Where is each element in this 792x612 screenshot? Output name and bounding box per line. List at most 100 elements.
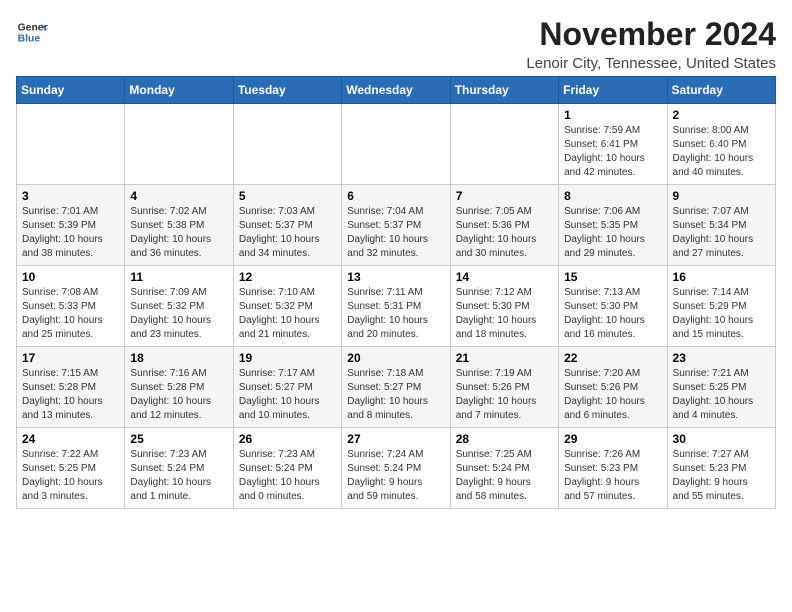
day-info: Sunrise: 7:16 AM Sunset: 5:28 PM Dayligh… <box>130 367 227 423</box>
calendar-cell: 2Sunrise: 8:00 AM Sunset: 6:40 PM Daylig… <box>667 104 775 185</box>
calendar-cell: 27 Sunrise: 7:24 AM Sunset: 5:24 PM Dayli… <box>342 428 450 509</box>
calendar-cell: 13 Sunrise: 7:11 AM Sunset: 5:31 PM Dayli… <box>342 266 450 347</box>
day-number: 5 <box>239 189 336 203</box>
calendar-cell: 14 Sunrise: 7:12 AM Sunset: 5:30 PM Dayli… <box>450 266 558 347</box>
logo-icon: General Blue <box>16 16 48 48</box>
day-number: 8 <box>564 189 661 203</box>
day-number: 24 <box>22 432 119 446</box>
day-number: 27 <box>347 432 444 446</box>
day-number: 9 <box>673 189 770 203</box>
calendar-cell: 4Sunrise: 7:02 AM Sunset: 5:38 PM Daylig… <box>125 185 233 266</box>
day-info: Sunrise: 7:20 AM Sunset: 5:26 PM Dayligh… <box>564 367 661 423</box>
day-number: 15 <box>564 270 661 284</box>
title-section: November 2024 Lenoir City, Tennessee, Un… <box>526 16 776 72</box>
day-number: 26 <box>239 432 336 446</box>
day-info: Sunrise: 7:09 AM Sunset: 5:32 PM Dayligh… <box>130 286 227 342</box>
weekday-header-wednesday: Wednesday <box>342 77 450 104</box>
day-info: Sunrise: 7:26 AM Sunset: 5:23 PM Dayligh… <box>564 448 661 504</box>
location-title: Lenoir City, Tennessee, United States <box>526 55 776 72</box>
day-number: 14 <box>456 270 553 284</box>
calendar-cell: 28 Sunrise: 7:25 AM Sunset: 5:24 PM Dayli… <box>450 428 558 509</box>
day-number: 22 <box>564 351 661 365</box>
day-info: Sunrise: 7:24 AM Sunset: 5:24 PM Dayligh… <box>347 448 444 504</box>
day-info: Sunrise: 7:18 AM Sunset: 5:27 PM Dayligh… <box>347 367 444 423</box>
day-number: 2 <box>673 108 770 122</box>
week-row-5: 24Sunrise: 7:22 AM Sunset: 5:25 PM Dayli… <box>17 428 776 509</box>
calendar-cell: 18 Sunrise: 7:16 AM Sunset: 5:28 PM Dayli… <box>125 347 233 428</box>
calendar-cell: 1 Sunrise: 7:59 AM Sunset: 6:41 PM Daylig… <box>559 104 667 185</box>
day-info: Sunrise: 7:14 AM Sunset: 5:29 PM Dayligh… <box>673 286 770 342</box>
day-number: 20 <box>347 351 444 365</box>
calendar-cell: 3 Sunrise: 7:01 AM Sunset: 5:39 PM Daylig… <box>17 185 125 266</box>
svg-text:Blue: Blue <box>18 34 41 45</box>
day-number: 17 <box>22 351 119 365</box>
day-number: 16 <box>673 270 770 284</box>
day-info: Sunrise: 7:03 AM Sunset: 5:37 PM Dayligh… <box>239 205 336 261</box>
day-number: 1 <box>564 108 661 122</box>
calendar-cell: 20 Sunrise: 7:18 AM Sunset: 5:27 PM Dayli… <box>342 347 450 428</box>
calendar-cell: 8 Sunrise: 7:06 AM Sunset: 5:35 PM Daylig… <box>559 185 667 266</box>
calendar-cell <box>125 104 233 185</box>
day-info: Sunrise: 7:59 AM Sunset: 6:41 PM Dayligh… <box>564 124 661 180</box>
calendar-cell: 9 Sunrise: 7:07 AM Sunset: 5:34 PM Daylig… <box>667 185 775 266</box>
weekday-header-monday: Monday <box>125 77 233 104</box>
day-number: 7 <box>456 189 553 203</box>
weekday-header-saturday: Saturday <box>667 77 775 104</box>
week-row-4: 17 Sunrise: 7:15 AM Sunset: 5:28 PM Dayli… <box>17 347 776 428</box>
calendar-cell: 7 Sunrise: 7:05 AM Sunset: 5:36 PM Daylig… <box>450 185 558 266</box>
calendar-table: SundayMondayTuesdayWednesdayThursdayFrid… <box>16 76 776 509</box>
day-number: 29 <box>564 432 661 446</box>
calendar-cell: 12Sunrise: 7:10 AM Sunset: 5:32 PM Dayli… <box>233 266 341 347</box>
calendar-cell: 19 Sunrise: 7:17 AM Sunset: 5:27 PM Dayli… <box>233 347 341 428</box>
weekday-header-tuesday: Tuesday <box>233 77 341 104</box>
weekday-header-sunday: Sunday <box>17 77 125 104</box>
week-row-3: 10 Sunrise: 7:08 AM Sunset: 5:33 PM Dayli… <box>17 266 776 347</box>
month-title: November 2024 <box>526 16 776 53</box>
calendar-cell: 6Sunrise: 7:04 AM Sunset: 5:37 PM Daylig… <box>342 185 450 266</box>
calendar-cell <box>450 104 558 185</box>
day-info: Sunrise: 7:01 AM Sunset: 5:39 PM Dayligh… <box>22 205 119 261</box>
week-row-1: 1 Sunrise: 7:59 AM Sunset: 6:41 PM Daylig… <box>17 104 776 185</box>
calendar-cell: 29 Sunrise: 7:26 AM Sunset: 5:23 PM Dayli… <box>559 428 667 509</box>
day-info: Sunrise: 7:06 AM Sunset: 5:35 PM Dayligh… <box>564 205 661 261</box>
day-number: 23 <box>673 351 770 365</box>
day-info: Sunrise: 7:19 AM Sunset: 5:26 PM Dayligh… <box>456 367 553 423</box>
calendar-cell <box>17 104 125 185</box>
weekday-header-friday: Friday <box>559 77 667 104</box>
calendar-cell: 10 Sunrise: 7:08 AM Sunset: 5:33 PM Dayli… <box>17 266 125 347</box>
day-info: Sunrise: 7:13 AM Sunset: 5:30 PM Dayligh… <box>564 286 661 342</box>
day-info: Sunrise: 7:11 AM Sunset: 5:31 PM Dayligh… <box>347 286 444 342</box>
day-number: 10 <box>22 270 119 284</box>
calendar-cell <box>342 104 450 185</box>
page-container: General Blue November 2024 Lenoir City, … <box>16 16 776 509</box>
day-number: 30 <box>673 432 770 446</box>
logo: General Blue <box>16 16 48 48</box>
day-info: Sunrise: 7:25 AM Sunset: 5:24 PM Dayligh… <box>456 448 553 504</box>
day-info: Sunrise: 7:12 AM Sunset: 5:30 PM Dayligh… <box>456 286 553 342</box>
day-info: Sunrise: 7:17 AM Sunset: 5:27 PM Dayligh… <box>239 367 336 423</box>
calendar-cell: 23Sunrise: 7:21 AM Sunset: 5:25 PM Dayli… <box>667 347 775 428</box>
calendar-cell: 30Sunrise: 7:27 AM Sunset: 5:23 PM Dayli… <box>667 428 775 509</box>
calendar-cell: 24Sunrise: 7:22 AM Sunset: 5:25 PM Dayli… <box>17 428 125 509</box>
day-info: Sunrise: 7:05 AM Sunset: 5:36 PM Dayligh… <box>456 205 553 261</box>
day-number: 18 <box>130 351 227 365</box>
calendar-cell: 5 Sunrise: 7:03 AM Sunset: 5:37 PM Daylig… <box>233 185 341 266</box>
day-number: 4 <box>130 189 227 203</box>
day-number: 3 <box>22 189 119 203</box>
weekday-header-row: SundayMondayTuesdayWednesdayThursdayFrid… <box>17 77 776 104</box>
week-row-2: 3 Sunrise: 7:01 AM Sunset: 5:39 PM Daylig… <box>17 185 776 266</box>
calendar-cell: 17 Sunrise: 7:15 AM Sunset: 5:28 PM Dayli… <box>17 347 125 428</box>
day-number: 11 <box>130 270 227 284</box>
day-info: Sunrise: 7:23 AM Sunset: 5:24 PM Dayligh… <box>130 448 227 504</box>
day-number: 21 <box>456 351 553 365</box>
calendar-cell: 22 Sunrise: 7:20 AM Sunset: 5:26 PM Dayli… <box>559 347 667 428</box>
day-info: Sunrise: 7:15 AM Sunset: 5:28 PM Dayligh… <box>22 367 119 423</box>
day-info: Sunrise: 7:08 AM Sunset: 5:33 PM Dayligh… <box>22 286 119 342</box>
day-number: 25 <box>130 432 227 446</box>
header: General Blue November 2024 Lenoir City, … <box>16 16 776 72</box>
calendar-cell: 21 Sunrise: 7:19 AM Sunset: 5:26 PM Dayli… <box>450 347 558 428</box>
day-number: 19 <box>239 351 336 365</box>
day-info: Sunrise: 7:07 AM Sunset: 5:34 PM Dayligh… <box>673 205 770 261</box>
day-number: 28 <box>456 432 553 446</box>
day-number: 13 <box>347 270 444 284</box>
